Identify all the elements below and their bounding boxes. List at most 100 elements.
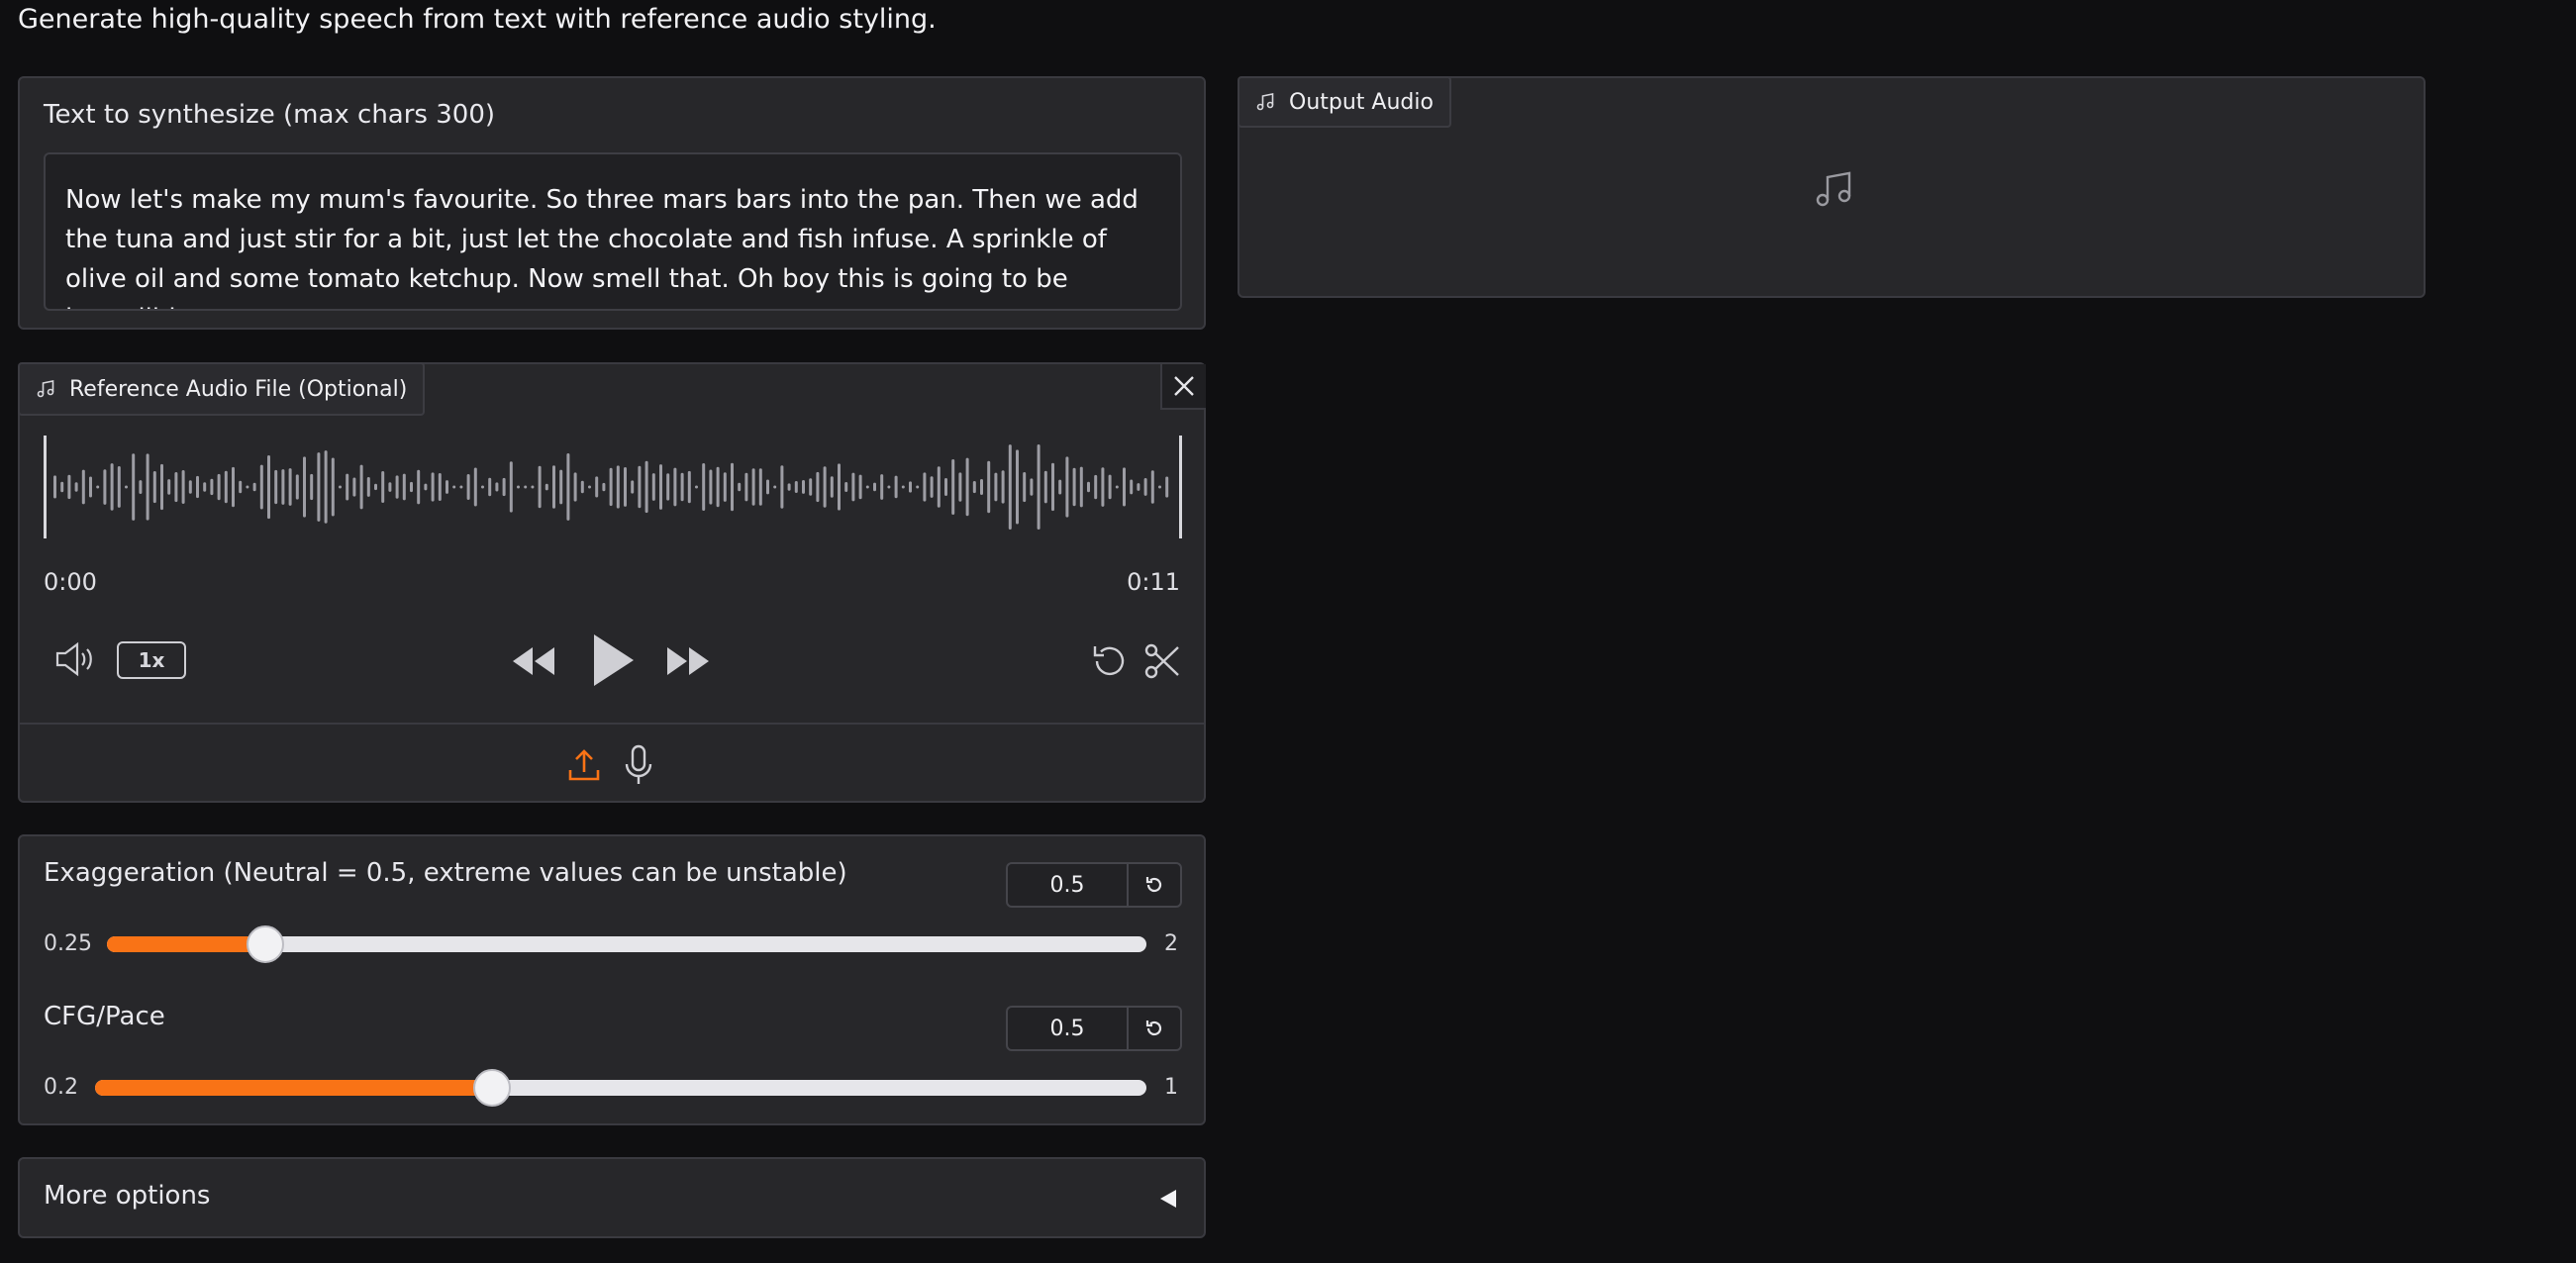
waveform-bar	[374, 483, 377, 491]
waveform-bar	[680, 472, 684, 502]
waveform-bar	[723, 472, 727, 502]
waveform-bar	[60, 481, 64, 493]
waveform-bar	[916, 485, 920, 489]
waveform-bar	[731, 462, 734, 512]
waveform-bar	[281, 469, 285, 505]
waveform-bar	[1008, 444, 1012, 530]
waveform-bar	[702, 463, 706, 511]
exaggeration-fill	[107, 936, 265, 952]
waveform-bar	[851, 472, 855, 502]
waveform-bar	[103, 469, 107, 505]
waveform-bar	[366, 477, 370, 497]
trim-button[interactable]	[1142, 641, 1182, 681]
waveform-bar	[524, 485, 528, 489]
cfg-pace-min: 0.2	[44, 1075, 78, 1100]
waveform-bar	[972, 481, 976, 494]
waveform-bar	[588, 485, 591, 489]
waveform-bar	[624, 467, 627, 507]
waveform-bar	[751, 468, 755, 506]
waveform-bar	[174, 472, 178, 503]
waveform-bar	[580, 480, 584, 494]
more-options-accordion[interactable]: More options	[18, 1157, 1206, 1238]
waveform-bar	[1087, 481, 1090, 493]
exaggeration-max: 2	[1164, 931, 1178, 956]
waveform-bar	[666, 473, 670, 501]
text-input-field[interactable]: Now let's make my mum's favourite. So th…	[44, 152, 1182, 311]
waveform-bar	[602, 482, 606, 492]
waveform-bar	[246, 485, 249, 489]
clear-audio-button[interactable]	[1160, 364, 1206, 410]
rewind-icon	[511, 641, 556, 681]
upload-button[interactable]	[566, 746, 602, 784]
exaggeration-value-input[interactable]: 0.5	[1008, 864, 1129, 906]
fast-forward-icon	[665, 641, 711, 681]
waveform-bar	[958, 472, 962, 502]
waveform-bar	[816, 471, 820, 503]
waveform-bar	[217, 473, 221, 501]
skip-back-button[interactable]	[511, 641, 556, 681]
waveform-bar	[74, 482, 78, 492]
waveform-bar	[965, 457, 969, 517]
waveform-bar	[359, 464, 363, 510]
waveform-bar	[1108, 474, 1112, 500]
waveform-bar	[67, 474, 71, 500]
waveform-bar	[1001, 470, 1005, 504]
waveform-bar	[1130, 479, 1134, 495]
waveform-bar	[210, 478, 214, 496]
skip-forward-button[interactable]	[665, 641, 711, 681]
waveform-bar	[188, 480, 192, 494]
waveform-bar	[274, 469, 278, 505]
reference-audio-panel: Reference Audio File (Optional) 0:00 0:1…	[18, 362, 1206, 803]
undo-button[interactable]	[1089, 641, 1129, 681]
waveform-bar	[651, 473, 655, 501]
cfg-pace-thumb[interactable]	[473, 1069, 511, 1107]
waveform-bar	[1123, 467, 1126, 507]
waveform-bar	[96, 485, 100, 489]
audio-waveform[interactable]	[44, 436, 1182, 538]
output-audio-panel: Output Audio	[1238, 76, 2426, 298]
record-button[interactable]	[624, 744, 653, 786]
waveform-bar	[545, 483, 548, 491]
reference-audio-label: Reference Audio File (Optional)	[69, 376, 408, 402]
waveform-bar	[181, 470, 185, 504]
waveform-bar	[531, 485, 535, 489]
waveform-bar	[310, 473, 314, 501]
music-note-icon	[1814, 169, 1853, 209]
waveform-bar	[196, 475, 199, 499]
sliders-panel: Exaggeration (Neutral = 0.5, extreme val…	[18, 834, 1206, 1125]
waveform-bar	[1143, 478, 1147, 496]
cfg-pace-reset-button[interactable]	[1129, 1008, 1180, 1049]
waveform-bar	[552, 465, 555, 509]
waveform-bar	[994, 472, 998, 502]
waveform-bar	[495, 482, 499, 492]
output-audio-label: Output Audio	[1289, 89, 1434, 115]
waveform-bar	[224, 470, 228, 504]
exaggeration-number-box: 0.5	[1006, 862, 1182, 908]
volume-button[interactable]	[53, 639, 97, 679]
play-button[interactable]	[590, 632, 636, 689]
exaggeration-reset-button[interactable]	[1129, 864, 1180, 906]
duration-time: 0:11	[1127, 568, 1180, 596]
cfg-pace-value-input[interactable]: 0.5	[1008, 1008, 1129, 1049]
waveform-bar	[1051, 462, 1054, 512]
output-audio-label-chip: Output Audio	[1238, 76, 1451, 128]
exaggeration-thumb[interactable]	[247, 925, 284, 963]
waveform-bar	[203, 482, 207, 492]
waveform-bar	[339, 485, 342, 489]
waveform-bar	[259, 464, 263, 510]
playhead-cursor[interactable]	[44, 436, 47, 538]
reference-audio-label-chip: Reference Audio File (Optional)	[18, 362, 426, 416]
waveform-bar	[89, 476, 92, 498]
waveform-bar	[117, 466, 121, 508]
waveform-bar	[452, 485, 456, 489]
waveform-bar	[595, 476, 599, 498]
waveform-bar	[502, 477, 506, 497]
audio-divider	[20, 723, 1204, 725]
playback-speed-button[interactable]: 1x	[117, 641, 186, 679]
waveform-bar	[631, 480, 635, 494]
waveform-bar	[887, 485, 891, 489]
text-input-label: Text to synthesize (max chars 300)	[44, 100, 496, 130]
waveform-bar	[81, 469, 85, 505]
waveform-bar	[951, 459, 955, 515]
waveform-bar	[395, 475, 399, 499]
